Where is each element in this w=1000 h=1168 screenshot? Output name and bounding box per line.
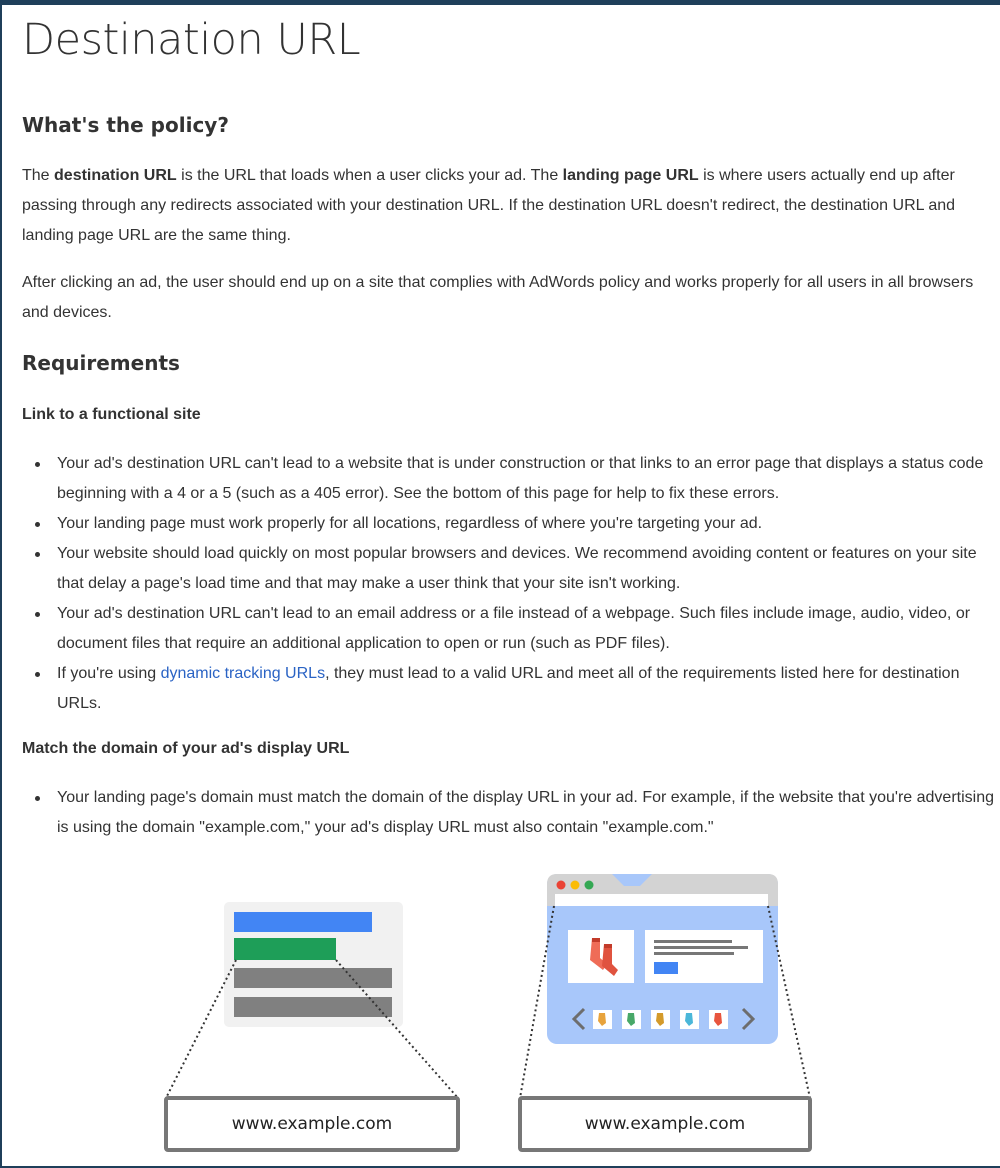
policy-heading: What's the policy? <box>22 113 229 137</box>
page-title: Destination URL <box>22 15 361 65</box>
landing-page-url-term: landing page URL <box>562 167 699 184</box>
close-dot-icon <box>556 880 566 890</box>
match-domain-heading: Match the domain of your ad's display UR… <box>22 740 350 757</box>
destination-url-term: destination URL <box>54 167 177 184</box>
functional-site-heading: Link to a functional site <box>22 406 201 423</box>
left-url-text: www.example.com <box>232 1114 392 1134</box>
list-item: Your ad's destination URL can't lead to … <box>22 449 997 509</box>
list-item: If you're using dynamic tracking URLs, t… <box>22 659 997 719</box>
right-url-box: www.example.com <box>518 1096 812 1152</box>
display-url-illustration: www.example.com www.example.com <box>164 874 812 1152</box>
policy-paragraph-1: The destination URL is the URL that load… <box>22 161 997 251</box>
text-segment: If you're using <box>57 665 161 682</box>
policy-paragraph-2: After clicking an ad, the user should en… <box>22 274 974 321</box>
requirements-heading: Requirements <box>22 351 180 375</box>
browser-window-graphic <box>547 874 778 1044</box>
match-domain-list: Your landing page's domain must match th… <box>22 783 997 843</box>
list-item: Your website should load quickly on most… <box>22 539 997 599</box>
maximize-dot-icon <box>584 880 594 890</box>
text-segment: is the URL that loads when a user clicks… <box>176 167 563 184</box>
text-segment: The <box>22 167 55 184</box>
list-item: Your landing page's domain must match th… <box>22 783 997 843</box>
minimize-dot-icon <box>570 880 580 890</box>
right-url-text: www.example.com <box>585 1114 745 1134</box>
functional-site-list: Your ad's destination URL can't lead to … <box>22 449 997 719</box>
dynamic-tracking-urls-link[interactable]: dynamic tracking URLs <box>161 665 326 682</box>
list-item: Your ad's destination URL can't lead to … <box>22 599 997 659</box>
search-ad-graphic <box>224 902 403 1027</box>
left-url-box: www.example.com <box>164 1096 460 1152</box>
list-item: Your landing page must work properly for… <box>22 509 997 539</box>
